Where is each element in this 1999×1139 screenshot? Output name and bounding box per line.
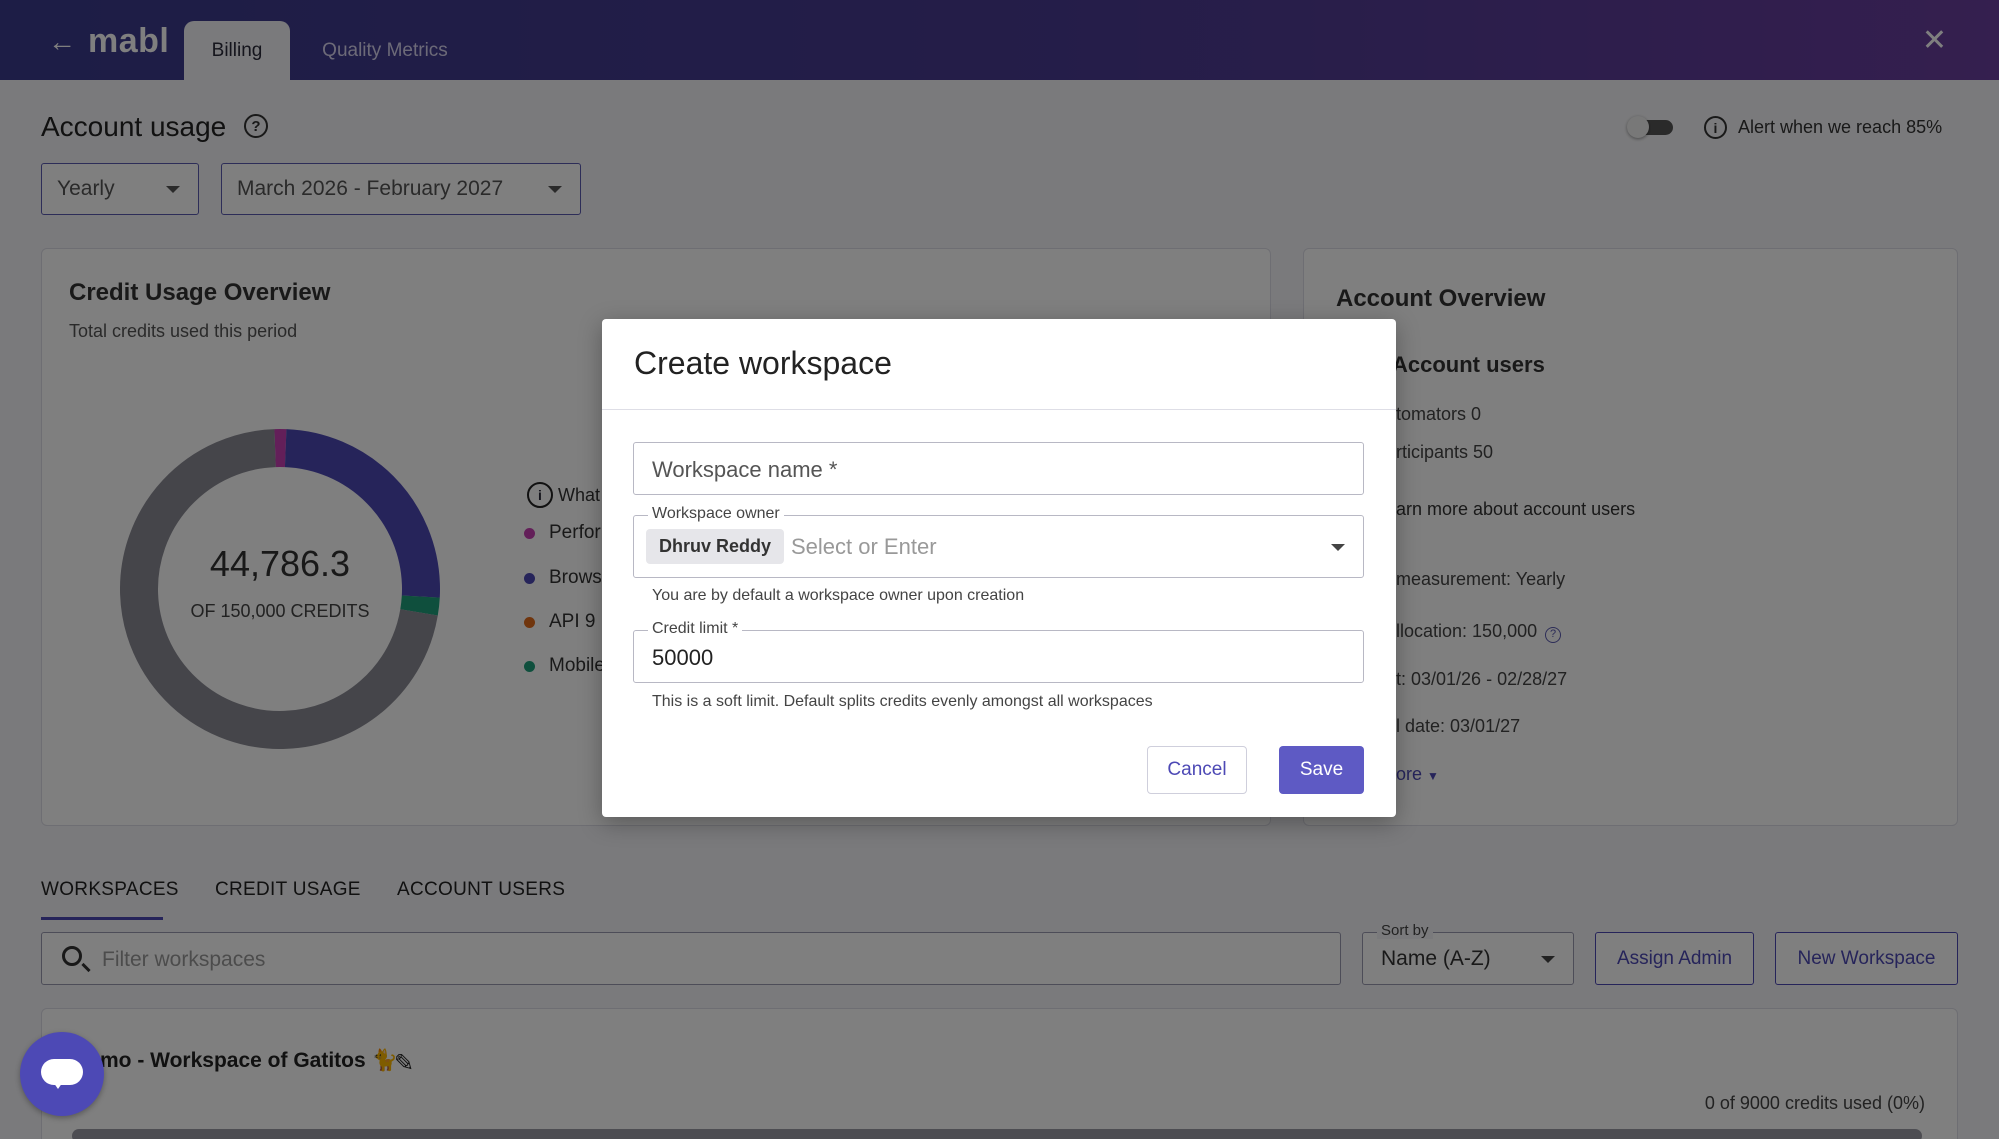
divider — [602, 409, 1396, 410]
owner-chip[interactable]: Dhruv Reddy — [646, 529, 785, 564]
chat-bubble-icon — [41, 1059, 83, 1089]
dialog-title: Create workspace — [634, 345, 892, 381]
chat-launcher[interactable] — [20, 1032, 104, 1116]
owner-helper-text: You are by default a workspace owner upo… — [652, 587, 1025, 604]
owner-label: Workspace owner — [648, 505, 784, 523]
save-button[interactable]: Save — [1279, 746, 1364, 794]
owner-placeholder: Select or Enter — [791, 534, 937, 559]
credit-limit-helper-text: This is a soft limit. Default splits cre… — [652, 693, 1153, 710]
workspace-name-placeholder: Workspace name * — [652, 457, 838, 482]
credit-limit-label: Credit limit * — [648, 620, 743, 638]
credit-limit-input[interactable]: Credit limit * 50000 — [633, 620, 1364, 683]
caret-down-icon[interactable] — [1331, 544, 1345, 551]
create-workspace-dialog: Create workspace Workspace name * Worksp… — [602, 319, 1396, 817]
workspace-name-input[interactable]: Workspace name * — [633, 442, 1364, 495]
workspace-owner-select[interactable]: Workspace owner Dhruv Reddy Select or En… — [633, 505, 1364, 578]
credit-limit-value: 50000 — [652, 645, 714, 670]
cancel-button[interactable]: Cancel — [1147, 746, 1247, 794]
